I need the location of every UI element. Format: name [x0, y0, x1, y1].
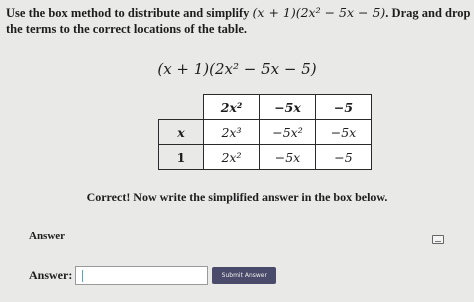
drop-cell[interactable]: −5x²	[259, 119, 316, 145]
row-header: x	[158, 119, 204, 145]
drop-cell[interactable]: −5x	[315, 119, 372, 145]
column-header: −5	[315, 94, 372, 120]
expression-display: (x + 1)(2x² − 5x − 5)	[157, 60, 317, 78]
answer-label: Answer:	[29, 268, 73, 282]
drop-cell[interactable]: −5x	[259, 144, 316, 170]
table-row: x 2x³ −5x² −5x	[158, 119, 372, 145]
table-header-row: 2x² −5x −5	[159, 94, 372, 120]
drop-cell[interactable]: 2x²	[203, 144, 260, 170]
table-corner	[159, 95, 204, 120]
feedback-message: Correct! Now write the simplified answer…	[86, 190, 388, 204]
keyboard-icon[interactable]	[432, 235, 444, 244]
column-header: 2x²	[203, 94, 260, 120]
instructions-text-before: Use the box method to distribute and sim…	[6, 6, 253, 20]
table-row: 1 2x² −5x −5	[158, 144, 372, 170]
submit-answer-button[interactable]: Submit Answer	[212, 267, 277, 284]
drop-cell[interactable]: 2x³	[203, 119, 260, 145]
answer-heading: Answer	[29, 230, 66, 242]
row-header: 1	[158, 144, 204, 170]
column-header: −5x	[259, 94, 316, 120]
answer-input[interactable]	[75, 266, 209, 285]
box-method-table: 2x² −5x −5 x 2x³ −5x² −5x 1 2x² −5x −5	[158, 94, 372, 170]
answer-row: Answer: Submit Answer	[29, 266, 277, 285]
drop-cell[interactable]: −5	[315, 144, 372, 170]
instructions-expression: (x + 1)(2x² − 5x − 5)	[252, 5, 386, 20]
instructions: Use the box method to distribute and sim…	[6, 5, 472, 37]
